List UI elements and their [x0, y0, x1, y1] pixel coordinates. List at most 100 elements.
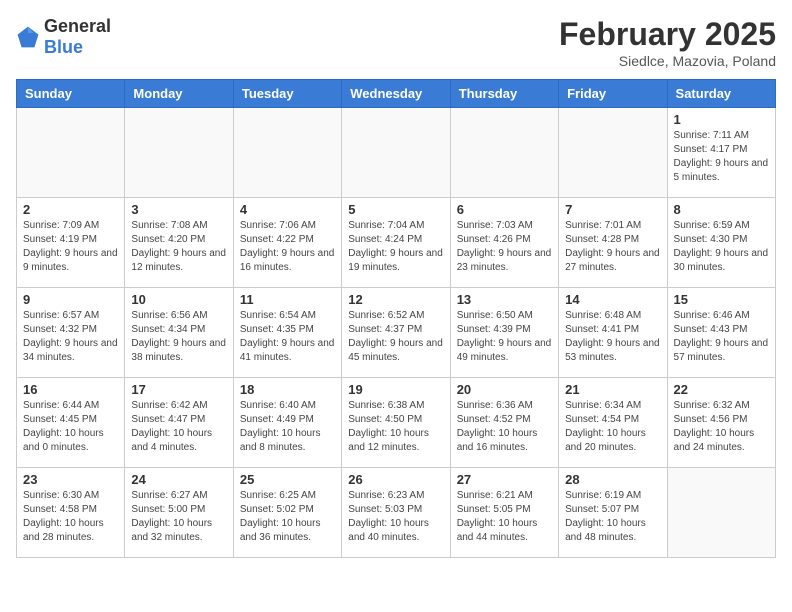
- calendar-cell: 22 Sunrise: 6:32 AM Sunset: 4:56 PM Dayli…: [667, 378, 775, 468]
- header-wednesday: Wednesday: [342, 80, 450, 108]
- calendar-cell: 17 Sunrise: 6:42 AM Sunset: 4:47 PM Dayli…: [125, 378, 233, 468]
- day-number: 13: [457, 292, 552, 307]
- calendar-cell: 13 Sunrise: 6:50 AM Sunset: 4:39 PM Dayli…: [450, 288, 558, 378]
- day-info: Sunrise: 6:19 AM Sunset: 5:07 PM Dayligh…: [565, 489, 660, 545]
- day-info: Sunrise: 6:54 AM Sunset: 4:35 PM Dayligh…: [240, 309, 335, 365]
- calendar-cell: 2 Sunrise: 7:09 AM Sunset: 4:19 PM Daylig…: [17, 198, 125, 288]
- calendar-cell: 24 Sunrise: 6:27 AM Sunset: 5:00 PM Dayli…: [125, 468, 233, 558]
- calendar-cell: 12 Sunrise: 6:52 AM Sunset: 4:37 PM Dayli…: [342, 288, 450, 378]
- calendar-cell: 23Sunrise: 6:30 AM Sunset: 4:58 PM Dayli…: [17, 468, 125, 558]
- day-info: Sunrise: 7:04 AM Sunset: 4:24 PM Dayligh…: [348, 219, 443, 275]
- calendar-cell: [342, 108, 450, 198]
- calendar-cell: 8 Sunrise: 6:59 AM Sunset: 4:30 PM Daylig…: [667, 198, 775, 288]
- day-info: Sunrise: 6:32 AM Sunset: 4:56 PM Dayligh…: [674, 399, 769, 455]
- calendar-cell: [233, 108, 341, 198]
- day-number: 14: [565, 292, 660, 307]
- calendar: Sunday Monday Tuesday Wednesday Thursday…: [16, 79, 776, 558]
- calendar-cell: 26 Sunrise: 6:23 AM Sunset: 5:03 PM Dayli…: [342, 468, 450, 558]
- calendar-cell: 19 Sunrise: 6:38 AM Sunset: 4:50 PM Dayli…: [342, 378, 450, 468]
- day-info: Sunrise: 6:38 AM Sunset: 4:50 PM Dayligh…: [348, 399, 443, 455]
- calendar-week-3: 9 Sunrise: 6:57 AM Sunset: 4:32 PM Daylig…: [17, 288, 776, 378]
- day-info: Sunrise: 6:36 AM Sunset: 4:52 PM Dayligh…: [457, 399, 552, 455]
- calendar-cell: 5 Sunrise: 7:04 AM Sunset: 4:24 PM Daylig…: [342, 198, 450, 288]
- day-number: 20: [457, 382, 552, 397]
- calendar-cell: 11 Sunrise: 6:54 AM Sunset: 4:35 PM Dayli…: [233, 288, 341, 378]
- calendar-cell: [667, 468, 775, 558]
- day-number: 9: [23, 292, 118, 307]
- day-number: 1: [674, 112, 769, 127]
- logo-general: General: [44, 16, 111, 36]
- day-number: 10: [131, 292, 226, 307]
- day-number: 22: [674, 382, 769, 397]
- calendar-week-5: 23Sunrise: 6:30 AM Sunset: 4:58 PM Dayli…: [17, 468, 776, 558]
- day-number: 26: [348, 472, 443, 487]
- day-number: 6: [457, 202, 552, 217]
- calendar-week-2: 2 Sunrise: 7:09 AM Sunset: 4:19 PM Daylig…: [17, 198, 776, 288]
- calendar-cell: [17, 108, 125, 198]
- day-number: 18: [240, 382, 335, 397]
- day-info: Sunrise: 7:01 AM Sunset: 4:28 PM Dayligh…: [565, 219, 660, 275]
- day-info: Sunrise: 6:40 AM Sunset: 4:49 PM Dayligh…: [240, 399, 335, 455]
- calendar-cell: 10 Sunrise: 6:56 AM Sunset: 4:34 PM Dayli…: [125, 288, 233, 378]
- day-number: 17: [131, 382, 226, 397]
- day-info: Sunrise: 7:08 AM Sunset: 4:20 PM Dayligh…: [131, 219, 226, 275]
- calendar-cell: 7 Sunrise: 7:01 AM Sunset: 4:28 PM Daylig…: [559, 198, 667, 288]
- logo: General Blue: [16, 16, 111, 58]
- day-info: Sunrise: 6:50 AM Sunset: 4:39 PM Dayligh…: [457, 309, 552, 365]
- day-number: 3: [131, 202, 226, 217]
- day-number: 12: [348, 292, 443, 307]
- day-info: Sunrise: 7:03 AM Sunset: 4:26 PM Dayligh…: [457, 219, 552, 275]
- calendar-cell: 4Sunrise: 7:06 AM Sunset: 4:22 PM Daylig…: [233, 198, 341, 288]
- calendar-cell: 20 Sunrise: 6:36 AM Sunset: 4:52 PM Dayli…: [450, 378, 558, 468]
- day-info: Sunrise: 6:56 AM Sunset: 4:34 PM Dayligh…: [131, 309, 226, 365]
- day-info: Sunrise: 6:57 AM Sunset: 4:32 PM Dayligh…: [23, 309, 118, 365]
- calendar-cell: 25 Sunrise: 6:25 AM Sunset: 5:02 PM Dayli…: [233, 468, 341, 558]
- day-number: 23: [23, 472, 118, 487]
- day-number: 4: [240, 202, 335, 217]
- day-number: 27: [457, 472, 552, 487]
- day-number: 7: [565, 202, 660, 217]
- header-friday: Friday: [559, 80, 667, 108]
- logo-icon: [16, 25, 40, 49]
- day-number: 15: [674, 292, 769, 307]
- day-info: Sunrise: 6:25 AM Sunset: 5:02 PM Dayligh…: [240, 489, 335, 545]
- day-info: Sunrise: 6:42 AM Sunset: 4:47 PM Dayligh…: [131, 399, 226, 455]
- day-number: 21: [565, 382, 660, 397]
- day-number: 16: [23, 382, 118, 397]
- calendar-cell: 9 Sunrise: 6:57 AM Sunset: 4:32 PM Daylig…: [17, 288, 125, 378]
- day-info: Sunrise: 6:34 AM Sunset: 4:54 PM Dayligh…: [565, 399, 660, 455]
- calendar-cell: [125, 108, 233, 198]
- calendar-header-row: Sunday Monday Tuesday Wednesday Thursday…: [17, 80, 776, 108]
- day-number: 19: [348, 382, 443, 397]
- calendar-cell: 14Sunrise: 6:48 AM Sunset: 4:41 PM Dayli…: [559, 288, 667, 378]
- day-info: Sunrise: 6:52 AM Sunset: 4:37 PM Dayligh…: [348, 309, 443, 365]
- day-number: 8: [674, 202, 769, 217]
- day-info: Sunrise: 7:09 AM Sunset: 4:19 PM Dayligh…: [23, 219, 118, 275]
- day-number: 25: [240, 472, 335, 487]
- header-tuesday: Tuesday: [233, 80, 341, 108]
- day-info: Sunrise: 7:11 AM Sunset: 4:17 PM Dayligh…: [674, 129, 769, 185]
- main-title: February 2025: [559, 16, 776, 53]
- day-number: 11: [240, 292, 335, 307]
- calendar-cell: 15Sunrise: 6:46 AM Sunset: 4:43 PM Dayli…: [667, 288, 775, 378]
- calendar-cell: 27 Sunrise: 6:21 AM Sunset: 5:05 PM Dayli…: [450, 468, 558, 558]
- header-monday: Monday: [125, 80, 233, 108]
- day-info: Sunrise: 6:23 AM Sunset: 5:03 PM Dayligh…: [348, 489, 443, 545]
- day-info: Sunrise: 6:59 AM Sunset: 4:30 PM Dayligh…: [674, 219, 769, 275]
- day-number: 5: [348, 202, 443, 217]
- calendar-cell: 3 Sunrise: 7:08 AM Sunset: 4:20 PM Daylig…: [125, 198, 233, 288]
- header-saturday: Saturday: [667, 80, 775, 108]
- calendar-cell: 21 Sunrise: 6:34 AM Sunset: 4:54 PM Dayli…: [559, 378, 667, 468]
- header: General Blue February 2025 Siedlce, Mazo…: [16, 16, 776, 69]
- day-info: Sunrise: 6:27 AM Sunset: 5:00 PM Dayligh…: [131, 489, 226, 545]
- calendar-week-1: 1 Sunrise: 7:11 AM Sunset: 4:17 PM Daylig…: [17, 108, 776, 198]
- day-number: 24: [131, 472, 226, 487]
- calendar-cell: 18 Sunrise: 6:40 AM Sunset: 4:49 PM Dayli…: [233, 378, 341, 468]
- calendar-cell: 6 Sunrise: 7:03 AM Sunset: 4:26 PM Daylig…: [450, 198, 558, 288]
- day-number: 28: [565, 472, 660, 487]
- day-info: Sunrise: 6:21 AM Sunset: 5:05 PM Dayligh…: [457, 489, 552, 545]
- subtitle: Siedlce, Mazovia, Poland: [559, 53, 776, 69]
- day-number: 2: [23, 202, 118, 217]
- header-thursday: Thursday: [450, 80, 558, 108]
- calendar-cell: [559, 108, 667, 198]
